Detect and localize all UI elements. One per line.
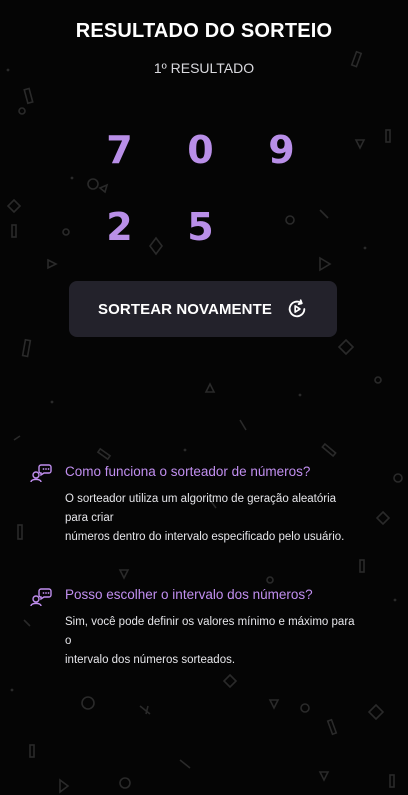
drawn-number: 2 bbox=[106, 205, 133, 249]
redraw-button[interactable]: SORTEAR NOVAMENTE bbox=[69, 281, 337, 337]
page-title: RESULTADO DO SORTEIO bbox=[75, 20, 333, 42]
faq-question[interactable]: Posso escolher o intervalo dos números? bbox=[65, 587, 313, 602]
faq-answer-line: o bbox=[65, 635, 72, 647]
faq-answer-line: intervalo dos números sorteados. bbox=[65, 654, 236, 666]
drawn-number: 7 bbox=[106, 128, 133, 172]
faq-answer-line: O sorteador utiliza um algoritmo de gera… bbox=[65, 493, 337, 505]
faq-answer-line: Sim, você pode definir os valores mínimo… bbox=[65, 616, 355, 628]
drawn-numbers: 7 0 9 2 5 bbox=[79, 128, 329, 249]
page: RESULTADO DO SORTEIO 1º RESULTADO 7 0 9 … bbox=[0, 0, 408, 795]
redraw-button-label: SORTEAR NOVAMENTE bbox=[98, 300, 272, 318]
background-pattern bbox=[6, 50, 403, 794]
faq-question[interactable]: Como funciona o sorteador de números? bbox=[65, 464, 310, 479]
chat-person-icon bbox=[30, 588, 52, 607]
drawn-number: 0 bbox=[187, 128, 214, 172]
faq-answer-line: números dentro do intervalo especificado… bbox=[65, 531, 345, 543]
refresh-play-icon bbox=[288, 299, 306, 318]
drawn-number: 9 bbox=[268, 128, 295, 172]
faq-answer: O sorteador utiliza um algoritmo de gera… bbox=[65, 490, 383, 547]
drawn-number: 5 bbox=[187, 205, 214, 249]
header: RESULTADO DO SORTEIO 1º RESULTADO bbox=[0, 20, 408, 76]
result-subtitle: 1º RESULTADO bbox=[153, 60, 255, 76]
faq-answer-line: para criar bbox=[65, 512, 114, 524]
faq-answer: Sim, você pode definir os valores mínimo… bbox=[65, 613, 383, 670]
chat-person-icon bbox=[30, 464, 52, 483]
